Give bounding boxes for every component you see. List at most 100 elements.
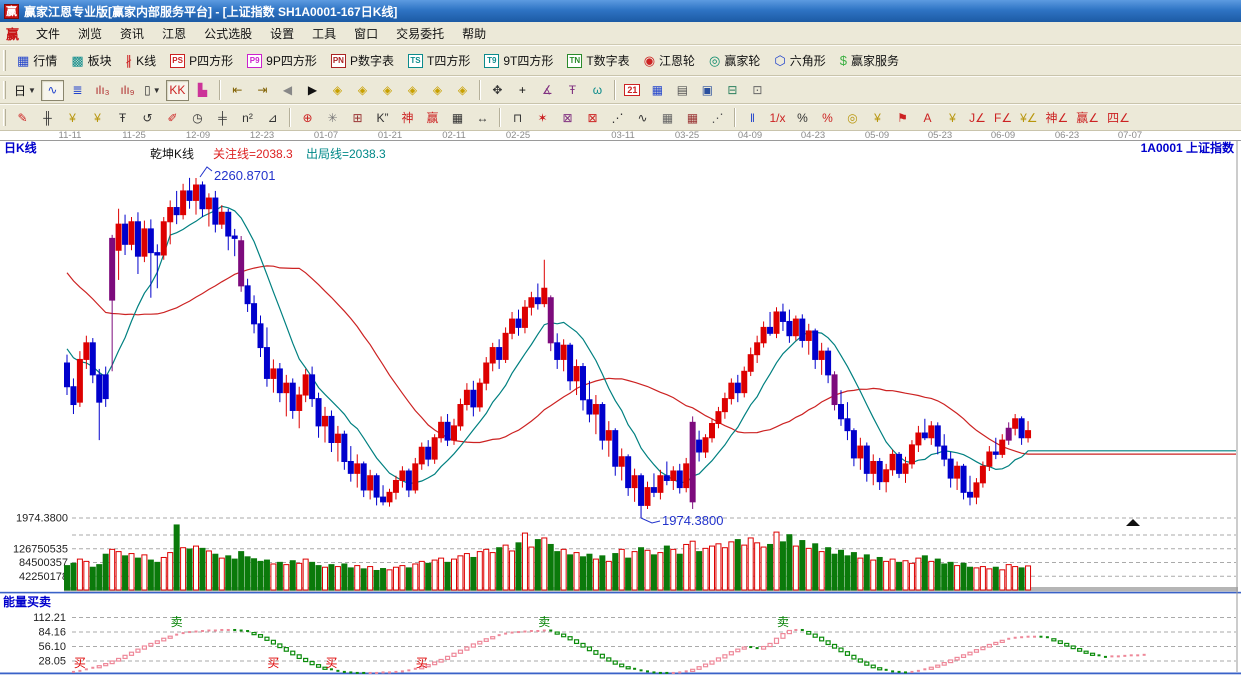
menu-help[interactable]: 帮助 (453, 24, 495, 44)
comb-ruler-tool[interactable]: ╪ (211, 107, 234, 128)
grid-dense-tool[interactable]: ▦ (656, 107, 679, 128)
menu-gann[interactable]: 江恩 (153, 24, 195, 44)
kline-button[interactable]: ∦ K线 (119, 50, 164, 71)
gann-tool-purple[interactable]: Ŧ (561, 80, 584, 101)
fit-all-button[interactable]: ◈ (451, 80, 474, 101)
percent-50-tool[interactable]: % (816, 107, 839, 128)
ying-angle-tool[interactable]: 赢∠ (1073, 107, 1102, 128)
zoom-y-button[interactable]: ◈ (426, 80, 449, 101)
step-back-button[interactable]: ◀ (276, 80, 299, 101)
hexagon-button[interactable]: ⬡ 六角形 (767, 50, 832, 71)
chart-region[interactable]: 11-11 11-25 12-09 12-23 01-07 01-21 02-11 02-25… (0, 130, 1241, 678)
remote-pc-button[interactable]: ⊡ (746, 80, 769, 101)
zigzag-wave-tool[interactable]: ∿ (631, 107, 654, 128)
bars-9-view-button[interactable]: ılı₉ (116, 80, 139, 101)
gold-underline-tool[interactable]: ¥ (941, 107, 964, 128)
star-grid-tool[interactable]: ✳ (321, 107, 344, 128)
save-button[interactable]: ▣ (696, 80, 719, 101)
grid-dense-red-tool[interactable]: ▦ (681, 107, 704, 128)
target-circle-tool[interactable]: ⊕ (296, 107, 319, 128)
p-square-button[interactable]: PS P四方形 (163, 50, 240, 71)
brush-2-tool[interactable]: ✐ (161, 107, 184, 128)
box-diagonal-purple-tool[interactable]: ⊠ (556, 107, 579, 128)
nine-p-square-button[interactable]: P9 9P四方形 (240, 50, 324, 71)
menu-browse[interactable]: 浏览 (69, 24, 111, 44)
angle-measure-tool[interactable]: ∡ (536, 80, 559, 101)
time-ruler-tool[interactable]: ╫ (36, 107, 59, 128)
spiral-tool[interactable]: ↺ (136, 107, 159, 128)
zoom-out-x-button[interactable]: ◈ (376, 80, 399, 101)
paint-brush-tool[interactable]: ✎ (11, 107, 34, 128)
crosshair-tool[interactable]: + (511, 80, 534, 101)
flag-tool[interactable]: ⚑ (891, 107, 914, 128)
menu-tools[interactable]: 工具 (303, 24, 345, 44)
percent-tool[interactable]: % (791, 107, 814, 128)
gold-level-tool[interactable]: ¥ (866, 107, 889, 128)
reciprocal-percent-tool[interactable]: 1/x (766, 107, 789, 128)
menu-window[interactable]: 窗口 (345, 24, 387, 44)
j-angle-tool[interactable]: J∠ (966, 107, 989, 128)
grid-123-tool[interactable]: ▦ (446, 107, 469, 128)
shen-tool[interactable]: 神 (396, 107, 419, 128)
title-bar[interactable]: 赢 赢家江恩专业版[赢家内部服务平台] - [上证指数 SH1A0001-167… (0, 0, 1241, 22)
network-button[interactable]: ⊟ (721, 80, 744, 101)
a-wave-tool[interactable]: A (916, 107, 939, 128)
menu-file[interactable]: 文件 (27, 24, 69, 44)
shen-angle-tool[interactable]: 神∠ (1043, 107, 1072, 128)
gold-circle-tool[interactable]: ◎ (841, 107, 864, 128)
info-panel-button[interactable]: ≣ (66, 80, 89, 101)
menu-formula-stockpick[interactable]: 公式选股 (195, 24, 261, 44)
ray-fan-tool[interactable]: ✶ (531, 107, 554, 128)
time-cycle-tool[interactable]: ◷ (186, 107, 209, 128)
volume-profile-button[interactable]: ▙ (191, 80, 214, 101)
gann-wheel-button[interactable]: ◉ 江恩轮 (637, 50, 702, 71)
qiankun-kline-toggle[interactable]: KK (165, 79, 189, 101)
menu-trade[interactable]: 交易委托 (387, 24, 453, 44)
ying-tool[interactable]: 赢 (421, 107, 444, 128)
t-square-button[interactable]: TS T四方形 (401, 50, 477, 71)
calculator-button[interactable]: ▦ (646, 80, 669, 101)
angle-line-tool[interactable]: ⊿ (261, 107, 284, 128)
price-grid-tool[interactable]: ⊞ (346, 107, 369, 128)
golden-ruler-1-tool[interactable]: ¥ (61, 107, 84, 128)
goto-first-button[interactable]: ⇤ (226, 80, 249, 101)
bars-3-view-button[interactable]: ılı₃ (91, 80, 114, 101)
t-number-table-button[interactable]: TN T数字表 (560, 50, 636, 71)
winner-wheel-button[interactable]: ◎ 赢家轮 (702, 50, 767, 71)
menu-settings[interactable]: 设置 (261, 24, 303, 44)
cycle-cloud-tool[interactable]: ω (586, 80, 609, 101)
n-square-tool[interactable]: n² (236, 107, 259, 128)
span-measure-tool[interactable]: ↔ (471, 107, 494, 128)
golden-ruler-2-tool[interactable]: ¥ (86, 107, 109, 128)
calendar-button[interactable]: 21 (621, 80, 644, 101)
parallel-lines-tool[interactable]: ⋰ (706, 107, 729, 128)
goto-last-button[interactable]: ⇥ (251, 80, 274, 101)
k-quote-tool[interactable]: K” (371, 107, 394, 128)
pan-hand-tool[interactable]: ✥ (486, 80, 509, 101)
trend-curve-toggle[interactable]: ∿ (40, 79, 64, 101)
step-forward-button[interactable]: ▶ (301, 80, 324, 101)
trend-lines-tool[interactable]: ⋰ (606, 107, 629, 128)
quotes-button[interactable]: ▦ 行情 (10, 50, 64, 71)
f-ruler-tool[interactable]: Ŧ (111, 107, 134, 128)
sectors-button[interactable]: ▩ 板块 (64, 50, 118, 71)
kline-chart[interactable]: 11-11 11-25 12-09 12-23 01-07 01-21 02-11 02-25… (0, 130, 1241, 678)
shift-left-button[interactable]: ◈ (326, 80, 349, 101)
gold-angle-tool[interactable]: ¥∠ (1017, 107, 1040, 128)
box-diagonal-red-tool[interactable]: ⊠ (581, 107, 604, 128)
menu-bar: 赢 文件 浏览 资讯 江恩 公式选股 设置 工具 窗口 交易委托 帮助 (0, 22, 1241, 45)
box-frame-tool[interactable]: ⊓ (506, 107, 529, 128)
blue-histogram-tool[interactable]: ‖ (741, 107, 764, 128)
shift-right-button[interactable]: ◈ (351, 80, 374, 101)
notepad-button[interactable]: ▤ (671, 80, 694, 101)
period-day-selector[interactable]: 日 ▼ (11, 80, 39, 101)
nine-t-square-button[interactable]: T9 9T四方形 (477, 50, 560, 71)
f-angle-tool[interactable]: F∠ (991, 107, 1015, 128)
four-angle-tool[interactable]: 四∠ (1104, 107, 1133, 128)
date-tick-label: 04-09 (738, 131, 762, 141)
candle-style-selector[interactable]: ▯ ▼ (141, 80, 164, 101)
winner-service-button[interactable]: $ 赢家服务 (833, 50, 906, 71)
zoom-in-x-button[interactable]: ◈ (401, 80, 424, 101)
p-number-table-button[interactable]: PN P数字表 (324, 50, 401, 71)
menu-news[interactable]: 资讯 (111, 24, 153, 44)
